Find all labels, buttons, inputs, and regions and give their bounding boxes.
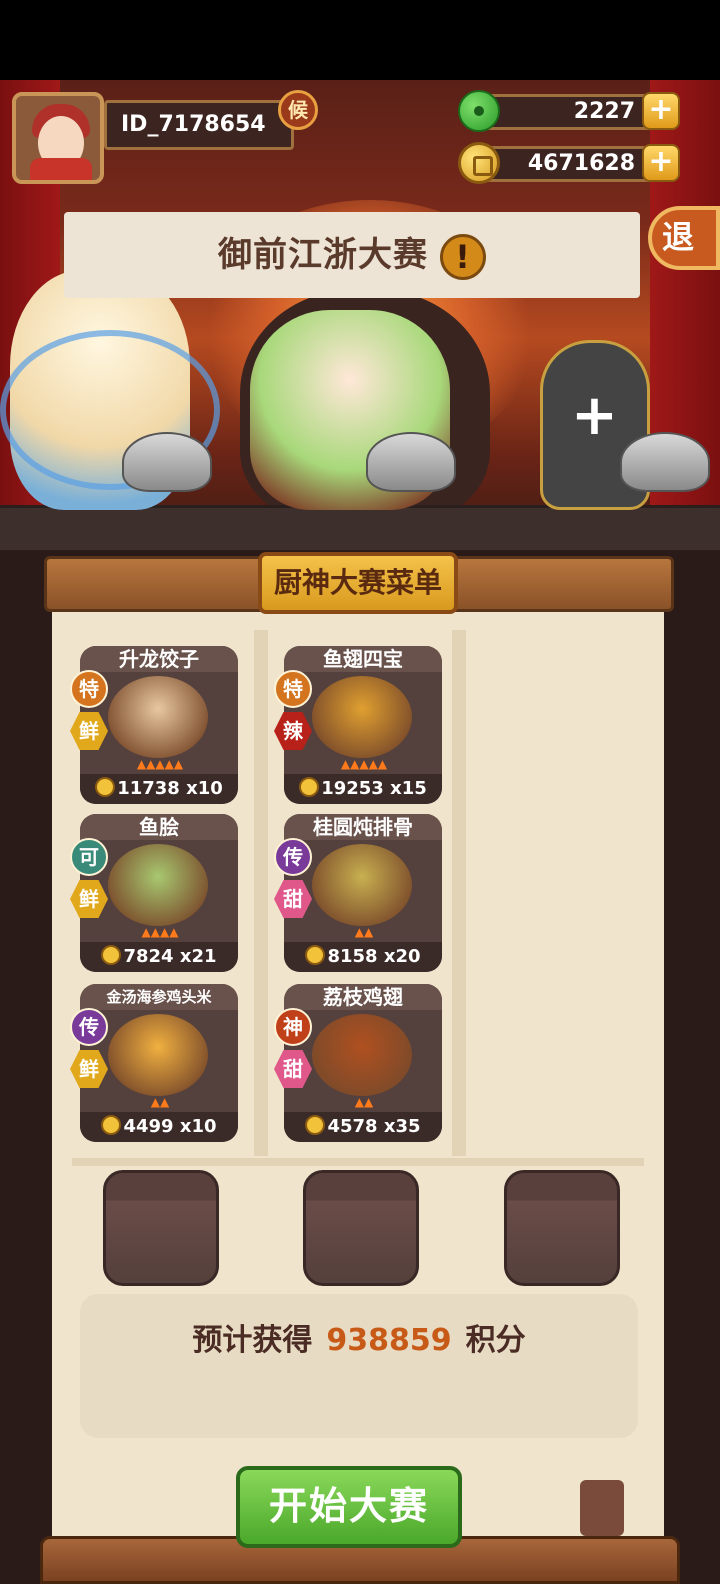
grade-badge: 特 — [274, 670, 312, 708]
event-title: 御前江浙大赛 — [218, 235, 428, 275]
event-banner: 御前江浙大赛! — [64, 212, 640, 298]
grade-badge: 传 — [70, 1008, 108, 1046]
price-value: 19253 — [321, 778, 384, 799]
coin-currency: 4671628 + — [458, 142, 680, 184]
stage-floor — [0, 505, 720, 550]
dish-image — [108, 844, 208, 926]
cauldron-left — [122, 432, 212, 492]
price-value: 4578 — [327, 1116, 378, 1137]
player-card[interactable]: ID_7178654 候 — [12, 90, 318, 184]
dish-card[interactable]: 桂圆炖排骨 ▲▲ 传甜 8158 x20 — [274, 814, 442, 972]
heat-flames-icon: ▲▲▲▲ — [141, 925, 179, 939]
cauldron-center — [366, 432, 456, 492]
estimated-score-panel: 预计获得 938859 积分 — [80, 1294, 638, 1438]
cauldron-right — [620, 432, 710, 492]
column-divider — [452, 630, 466, 1156]
dish-image — [108, 676, 208, 758]
coin-icon — [95, 777, 116, 797]
column-divider — [254, 630, 268, 1156]
dish-image — [312, 676, 412, 758]
dish-name: 桂圆炖排骨 — [284, 814, 442, 840]
dish-card[interactable]: 金汤海参鸡头米 ▲▲ 传鲜 4499 x10 — [70, 984, 238, 1142]
heat-flames-icon: ▲▲▲▲▲ — [340, 757, 388, 771]
selected-dish-slot[interactable] — [504, 1170, 620, 1286]
dish-price: 8158 x20 — [284, 942, 442, 972]
heat-flames-icon: ▲▲ — [150, 1095, 170, 1109]
dish-name: 金汤海参鸡头米 — [80, 984, 238, 1010]
score-value: 938859 — [326, 1323, 452, 1358]
dish-price: 11738 x10 — [80, 774, 238, 804]
dish-quantity: x20 — [383, 946, 421, 967]
player-id: ID_7178654 — [104, 100, 294, 150]
coin-icon — [101, 945, 122, 965]
coin-icon — [299, 777, 320, 797]
heat-flames-icon: ▲▲ — [354, 925, 374, 939]
menu-title: 厨神大赛菜单 — [258, 552, 458, 614]
avatar[interactable] — [12, 92, 104, 184]
dish-name: 鱼翅四宝 — [284, 646, 442, 672]
add-chef-icon: + — [571, 383, 618, 448]
price-value: 7824 — [123, 946, 174, 967]
dish-quantity: x35 — [383, 1116, 421, 1137]
heat-flames-icon: ▲▲ — [354, 1095, 374, 1109]
score-prefix: 预计获得 — [192, 1323, 313, 1358]
score-suffix: 积分 — [465, 1323, 526, 1358]
coin-amount: 4671628 — [480, 146, 660, 182]
dish-name: 升龙饺子 — [80, 646, 238, 672]
selected-dish-slot[interactable] — [303, 1170, 419, 1286]
dish-quantity: x10 — [186, 778, 223, 799]
dish-price: 4499 x10 — [80, 1112, 238, 1142]
price-value: 8158 — [327, 946, 378, 967]
dish-name: 鱼脍 — [80, 814, 238, 840]
dish-price: 19253 x15 — [284, 774, 442, 804]
dish-card[interactable]: 鱼翅四宝 ▲▲▲▲▲ 特辣 19253 x15 — [274, 646, 442, 804]
section-divider — [72, 1158, 644, 1166]
exit-button[interactable]: 退 — [648, 206, 720, 270]
selected-dish-slot[interactable] — [103, 1170, 219, 1286]
start-contest-button[interactable]: 开始大赛 — [236, 1466, 462, 1548]
coin-icon — [305, 945, 326, 965]
dish-image — [108, 1014, 208, 1096]
jade-icon — [458, 90, 500, 132]
dish-quantity: x10 — [179, 1116, 217, 1137]
dish-card[interactable]: 升龙饺子 ▲▲▲▲▲ 特鲜 11738 x10 — [70, 646, 238, 804]
dish-price: 7824 x21 — [80, 942, 238, 972]
grade-badge: 可 — [70, 838, 108, 876]
price-value: 4499 — [123, 1116, 174, 1137]
coin-icon — [101, 1115, 122, 1135]
status-bar-area — [0, 0, 720, 80]
dish-name: 荔枝鸡翅 — [284, 984, 442, 1010]
knife-block-decoration — [580, 1480, 624, 1536]
coin-icon — [305, 1115, 326, 1135]
dish-price: 4578 x35 — [284, 1112, 442, 1142]
grade-badge: 特 — [70, 670, 108, 708]
coin-icon — [458, 142, 500, 184]
dish-image — [312, 1014, 412, 1096]
price-value: 11738 — [117, 778, 180, 799]
dish-quantity: x21 — [179, 946, 217, 967]
dish-image — [312, 844, 412, 926]
jade-amount: 2227 — [480, 94, 660, 130]
add-jade-button[interactable]: + — [642, 92, 680, 130]
dish-card[interactable]: 荔枝鸡翅 ▲▲ 神甜 4578 x35 — [274, 984, 442, 1142]
add-coin-button[interactable]: + — [642, 144, 680, 182]
heat-flames-icon: ▲▲▲▲▲ — [136, 757, 184, 771]
jade-currency: 2227 + — [458, 90, 680, 132]
dish-card[interactable]: 鱼脍 ▲▲▲▲ 可鲜 7824 x21 — [70, 814, 238, 972]
info-alert-icon[interactable]: ! — [440, 233, 486, 280]
grade-badge: 传 — [274, 838, 312, 876]
dish-quantity: x15 — [390, 778, 427, 799]
grade-badge: 神 — [274, 1008, 312, 1046]
rank-badge[interactable]: 候 — [278, 90, 318, 130]
